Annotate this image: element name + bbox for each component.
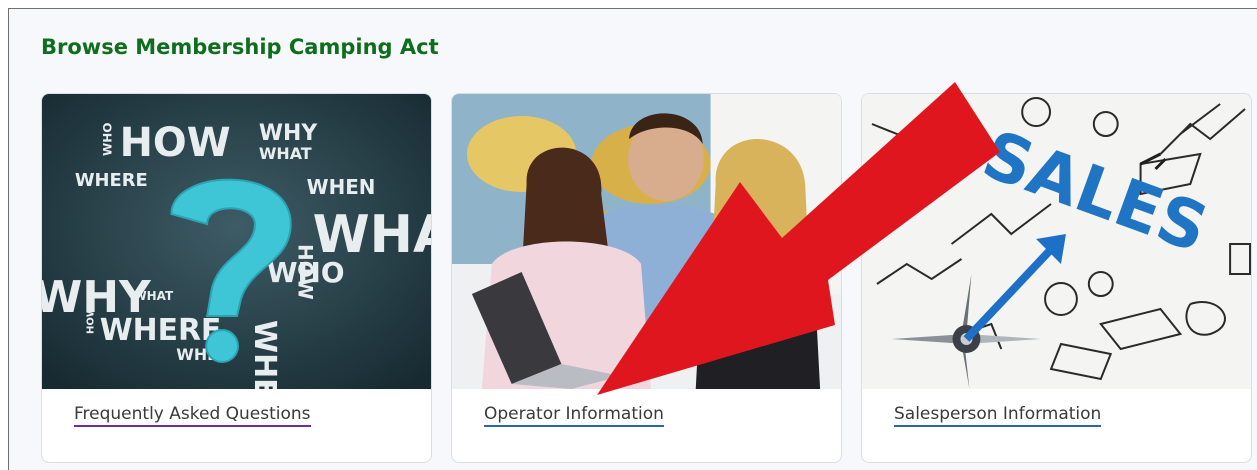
faq-image: WHO HOW WHY WHAT WHERE WHEN HOW WHA WHO … xyxy=(42,94,431,389)
salesperson-image: SALES xyxy=(862,94,1251,389)
card-faq[interactable]: WHO HOW WHY WHAT WHERE WHEN HOW WHA WHO … xyxy=(41,93,432,463)
word-what: WHAT xyxy=(259,144,312,163)
word-when: WHEN xyxy=(307,175,376,199)
word-what-small: WHAT xyxy=(134,289,174,303)
card-operator[interactable]: Operator Information xyxy=(451,93,842,463)
browse-panel: Browse Membership Camping Act WHO HOW WH… xyxy=(8,8,1257,470)
operator-image xyxy=(452,94,841,389)
svg-text:WHE: WHE xyxy=(247,320,282,389)
faq-link[interactable]: Frequently Asked Questions xyxy=(74,404,311,427)
word-who-small: WHO xyxy=(101,123,115,156)
word-why: WHY xyxy=(259,121,318,146)
section-title: Browse Membership Camping Act xyxy=(41,35,439,59)
word-who: WHO xyxy=(267,256,345,289)
operator-link[interactable]: Operator Information xyxy=(484,404,664,427)
card-salesperson[interactable]: SALES Salesperson Information xyxy=(861,93,1252,463)
word-how-small: HOW xyxy=(86,306,97,334)
word-where: WHERE xyxy=(75,170,148,191)
word-how-large: HOW xyxy=(120,120,231,166)
word-where-large: WHERE xyxy=(100,313,222,348)
salesperson-link[interactable]: Salesperson Information xyxy=(894,404,1102,427)
